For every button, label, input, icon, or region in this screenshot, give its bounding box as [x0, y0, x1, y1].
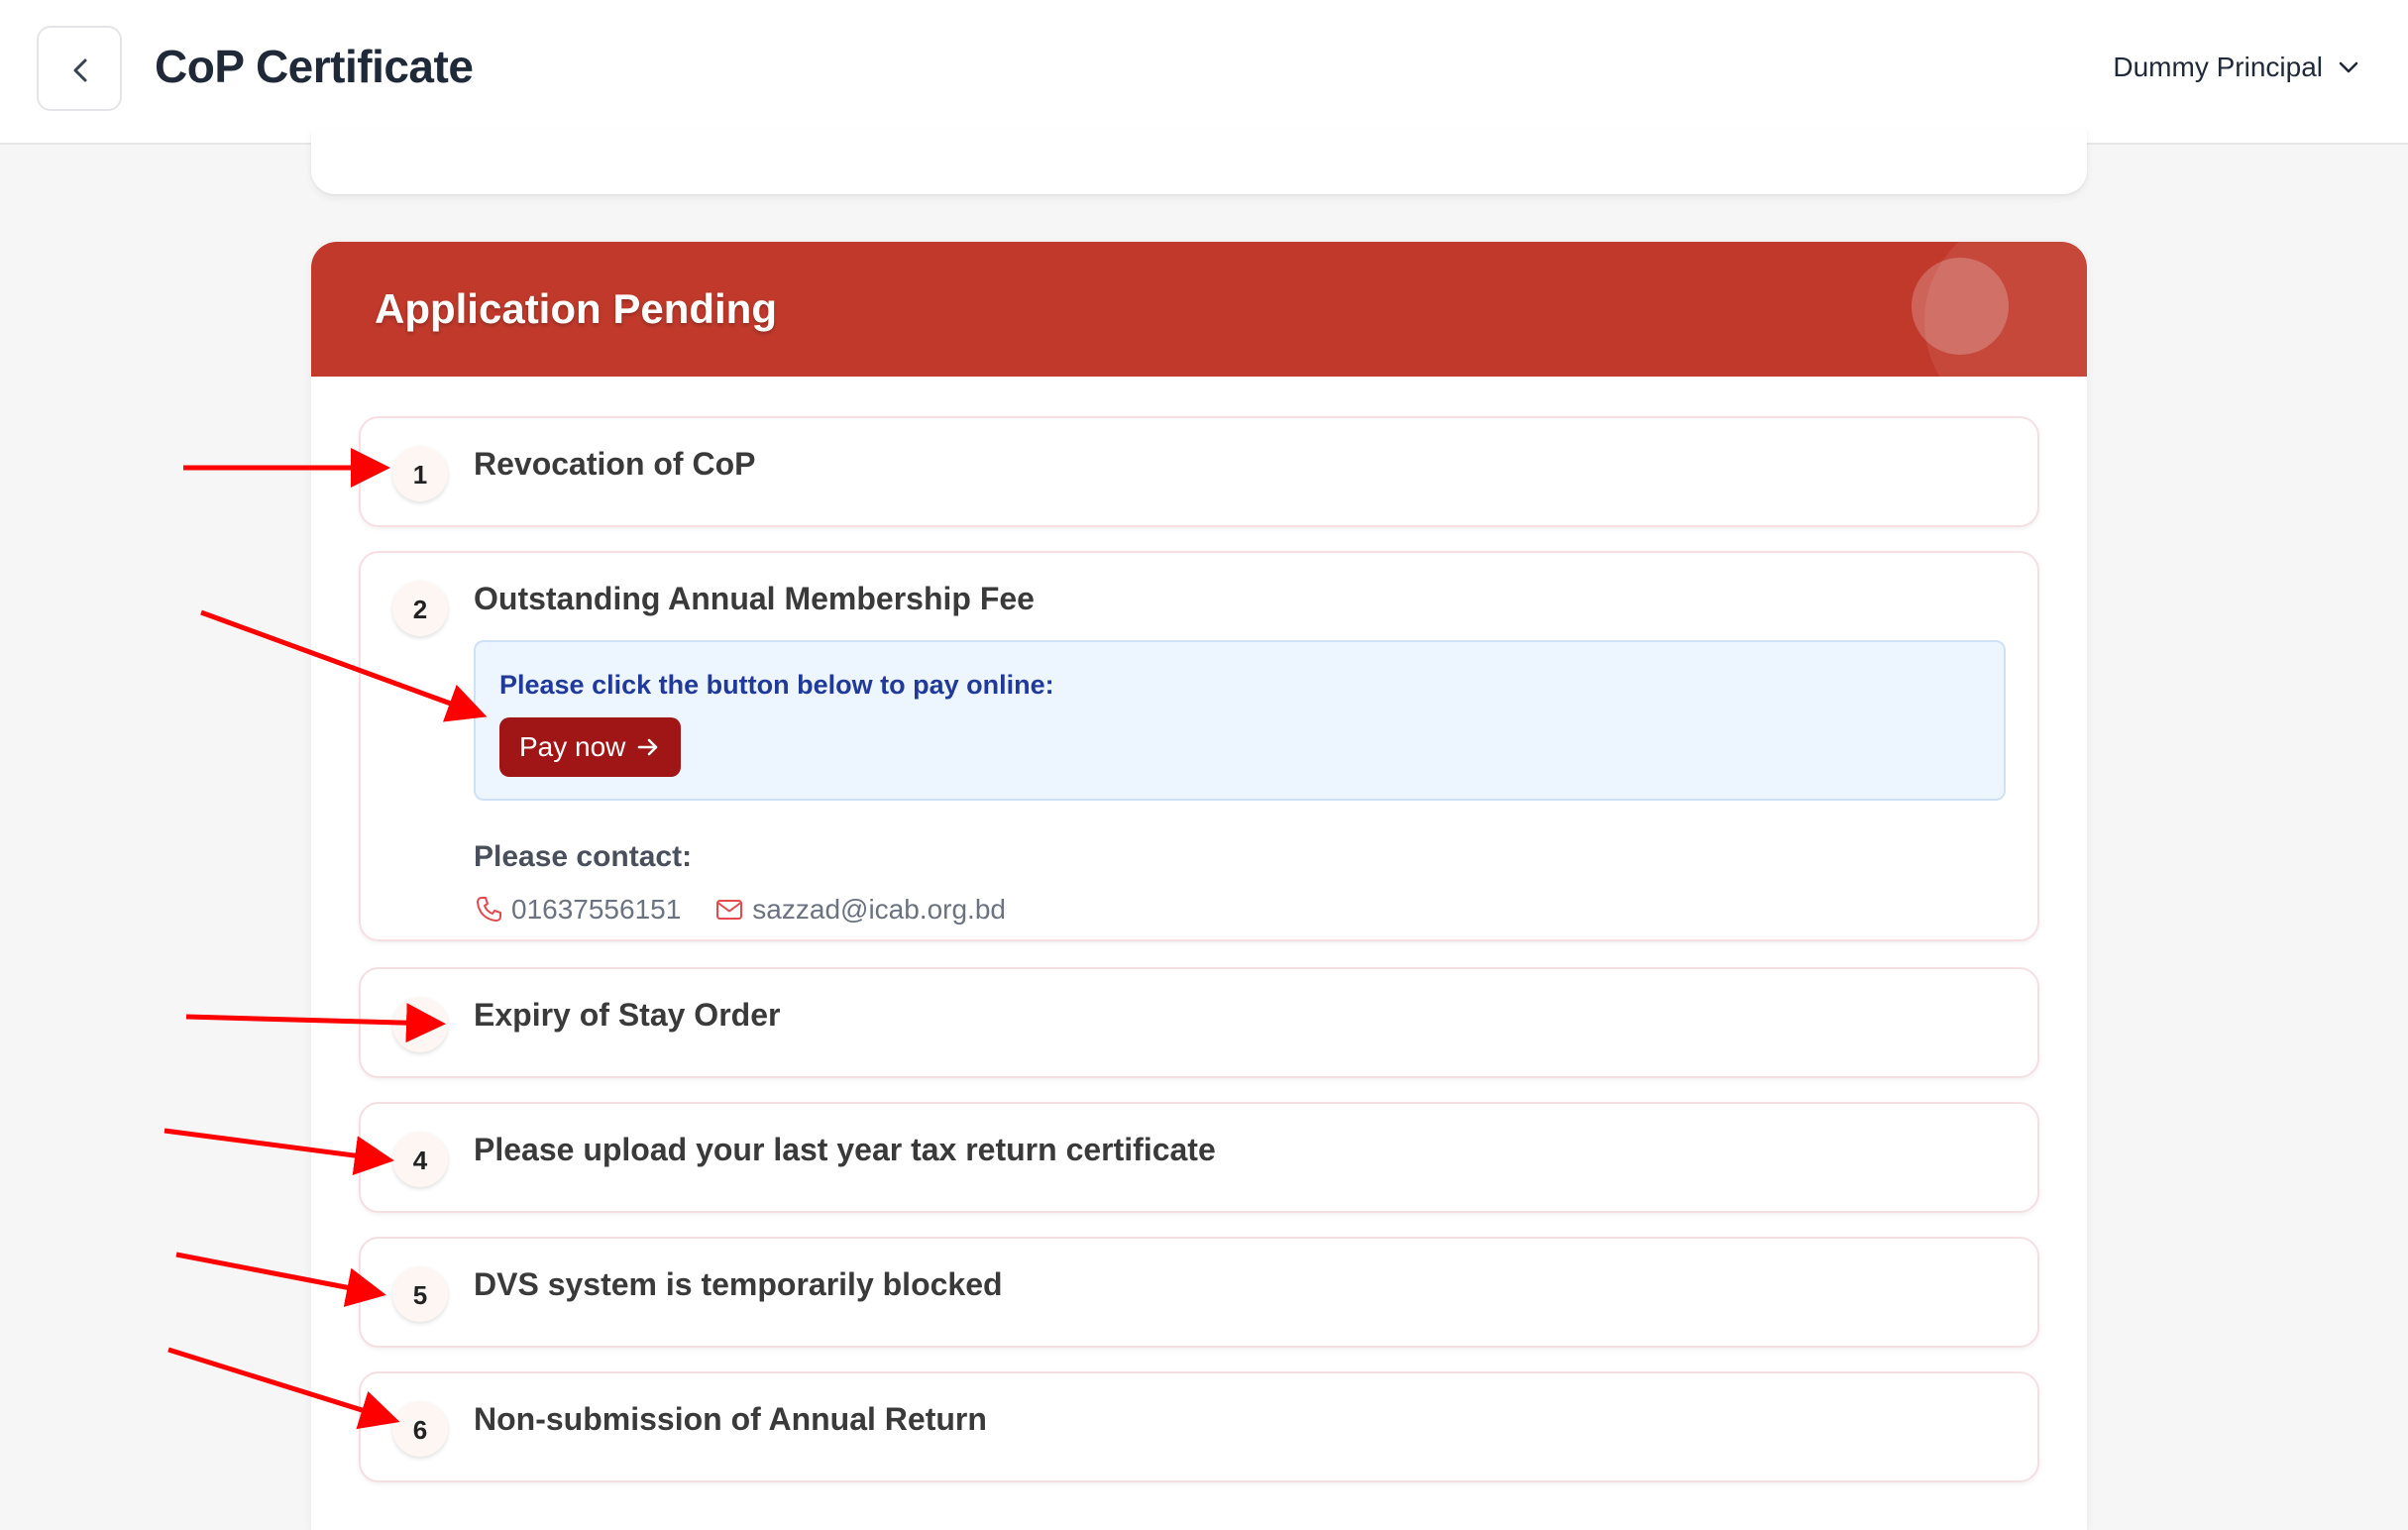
item-title: Outstanding Annual Membership Fee — [474, 581, 1035, 616]
payment-instruction: Please click the button below to pay onl… — [499, 670, 1054, 700]
pending-item: 5 DVS system is temporarily blocked — [359, 1237, 2039, 1348]
phone-link[interactable]: 01637556151 — [474, 894, 681, 926]
pay-now-label: Pay now — [519, 731, 626, 762]
application-status-card: Application Pending 1 Revocation of CoP … — [311, 242, 2087, 1530]
status-banner: Application Pending — [311, 242, 2087, 377]
banner-decoration-dot — [1912, 258, 2009, 355]
email-address: sazzad@icab.org.bd — [752, 894, 1006, 925]
item-title: Non-submission of Annual Return — [474, 1401, 987, 1437]
pay-now-button[interactable]: Pay now — [499, 717, 682, 777]
contact-label: Please contact: — [474, 840, 693, 873]
email-link[interactable]: sazzad@icab.org.bd — [714, 894, 1006, 926]
status-title: Application Pending — [375, 285, 777, 332]
pending-item: 4 Please upload your last year tax retur… — [359, 1102, 2039, 1213]
pending-item: 3 Expiry of Stay Order — [359, 967, 2039, 1078]
phone-icon — [477, 897, 501, 922]
pending-item-fee: 2 Outstanding Annual Membership Fee Plea… — [359, 551, 2039, 941]
page-title: CoP Certificate — [155, 41, 474, 92]
item-number: 2 — [392, 581, 448, 636]
phone-number: 01637556151 — [511, 894, 682, 925]
top-bar: CoP Certificate Dummy Principal — [0, 0, 2408, 145]
user-menu[interactable]: Dummy Principal — [2113, 52, 2360, 83]
chevron-down-icon — [2339, 61, 2358, 73]
item-number: 5 — [392, 1266, 448, 1322]
item-number: 6 — [392, 1401, 448, 1457]
chevron-left-icon — [73, 58, 87, 82]
contact-row: 01637556151 sazzad@icab.org.bd — [474, 894, 1006, 926]
item-number: 1 — [392, 446, 448, 501]
back-button[interactable] — [37, 26, 122, 111]
mail-icon — [716, 900, 743, 920]
previous-card — [311, 129, 2087, 194]
item-title: Revocation of CoP — [474, 446, 756, 482]
item-number: 4 — [392, 1132, 448, 1187]
pending-item: 6 Non-submission of Annual Return — [359, 1371, 2039, 1482]
user-name: Dummy Principal — [2113, 52, 2323, 82]
item-title: DVS system is temporarily blocked — [474, 1266, 1003, 1302]
pending-item: 1 Revocation of CoP — [359, 416, 2039, 527]
item-number: 3 — [392, 997, 448, 1052]
arrow-right-icon — [638, 738, 658, 756]
payment-info-box: Please click the button below to pay onl… — [474, 640, 2006, 801]
item-title: Please upload your last year tax return … — [474, 1132, 1216, 1167]
item-title: Expiry of Stay Order — [474, 997, 781, 1033]
